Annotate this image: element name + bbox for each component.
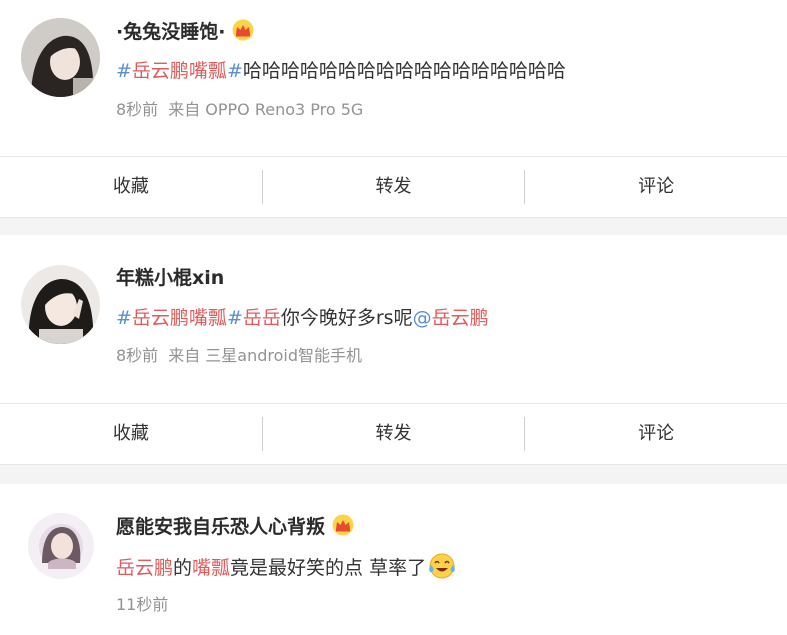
topic-hash[interactable]: # <box>227 60 243 82</box>
post-text: #岳云鹏嘴瓢#哈哈哈哈哈哈哈哈哈哈哈哈哈哈哈哈哈 <box>116 58 566 84</box>
post-meta: 8秒前 来自 三星android智能手机 <box>116 346 362 366</box>
post-time: 11秒前 <box>116 595 169 614</box>
username[interactable]: 愿能安我自乐恐人心背叛 <box>116 514 355 542</box>
post-meta: 8秒前 来自 OPPO Reno3 Pro 5G <box>116 100 363 120</box>
comment-button[interactable]: 评论 <box>525 175 787 199</box>
post-text-body: 你今晚好多rs呢 <box>280 307 413 329</box>
post-text-body: 竟是最好笑的点 草率了 <box>230 557 427 579</box>
mention-at[interactable]: @ <box>413 307 432 329</box>
avatar[interactable] <box>21 265 100 344</box>
post-card: 年糕小棍xin #岳云鹏嘴瓢#岳岳你今晚好多rs呢@岳云鹏 8秒前 来自 三星an… <box>0 235 787 465</box>
repost-button[interactable]: 转发 <box>263 175 525 199</box>
username[interactable]: 年糕小棍xin <box>116 266 224 290</box>
weibo-feed: ·兔兔没睡饱· #岳云鹏嘴瓢#哈哈哈哈哈哈哈哈哈哈哈哈哈哈哈哈哈 8秒前 来自 O… <box>0 0 787 635</box>
post-body: 愿能安我自乐恐人心背叛 岳云鹏的嘴瓢竟是最好笑的点 草率了 11秒前 <box>0 484 787 634</box>
highlight-text: 嘴瓢 <box>192 557 231 579</box>
post-meta: 11秒前 <box>116 595 168 615</box>
comment-button[interactable]: 评论 <box>525 422 787 446</box>
post-text: 岳云鹏的嘴瓢竟是最好笑的点 草率了 <box>116 553 456 586</box>
post-body: 年糕小棍xin #岳云鹏嘴瓢#岳岳你今晚好多rs呢@岳云鹏 8秒前 来自 三星an… <box>0 235 787 404</box>
action-bar: 收藏 转发 评论 <box>0 157 787 218</box>
topic-hash[interactable]: # <box>116 307 132 329</box>
topic-link[interactable]: 岳云鹏嘴瓢 <box>132 60 227 82</box>
post-source: 来自 三星android智能手机 <box>168 346 362 365</box>
post-time: 8秒前 <box>116 100 159 119</box>
highlight-text: 岳云鹏 <box>116 557 174 579</box>
post-time: 8秒前 <box>116 346 159 365</box>
topic-hash[interactable]: # <box>227 307 243 329</box>
username-text[interactable]: 愿能安我自乐恐人心背叛 <box>116 516 325 538</box>
username-text[interactable]: ·兔兔没睡饱· <box>116 21 225 43</box>
username[interactable]: ·兔兔没睡饱· <box>116 19 255 47</box>
avatar[interactable] <box>21 18 100 97</box>
topic-link[interactable]: 岳云鹏嘴瓢 <box>132 307 227 329</box>
topic-link[interactable]: 岳岳 <box>243 307 281 329</box>
post-separator <box>0 465 787 484</box>
favorite-button[interactable]: 收藏 <box>0 422 262 446</box>
topic-hash[interactable]: # <box>116 60 132 82</box>
crown-icon <box>231 19 255 47</box>
post-card: ·兔兔没睡饱· #岳云鹏嘴瓢#哈哈哈哈哈哈哈哈哈哈哈哈哈哈哈哈哈 8秒前 来自 O… <box>0 0 787 218</box>
post-text-body: 的 <box>173 557 193 579</box>
post-separator <box>0 218 787 235</box>
favorite-button[interactable]: 收藏 <box>0 175 262 199</box>
laugh-cry-emoji-icon <box>428 553 456 586</box>
mention-link[interactable]: 岳云鹏 <box>432 307 489 329</box>
action-bar: 收藏 转发 评论 <box>0 404 787 465</box>
post-text: #岳云鹏嘴瓢#岳岳你今晚好多rs呢@岳云鹏 <box>116 305 489 331</box>
post-card: 愿能安我自乐恐人心背叛 岳云鹏的嘴瓢竟是最好笑的点 草率了 11秒前 <box>0 484 787 634</box>
username-text[interactable]: 年糕小棍xin <box>116 267 224 289</box>
avatar[interactable] <box>28 513 94 579</box>
post-body: ·兔兔没睡饱· #岳云鹏嘴瓢#哈哈哈哈哈哈哈哈哈哈哈哈哈哈哈哈哈 8秒前 来自 O… <box>0 0 787 157</box>
repost-button[interactable]: 转发 <box>263 422 525 446</box>
crown-icon <box>331 514 355 542</box>
post-text-body: 哈哈哈哈哈哈哈哈哈哈哈哈哈哈哈哈哈 <box>242 60 566 82</box>
post-source: 来自 OPPO Reno3 Pro 5G <box>168 100 364 119</box>
